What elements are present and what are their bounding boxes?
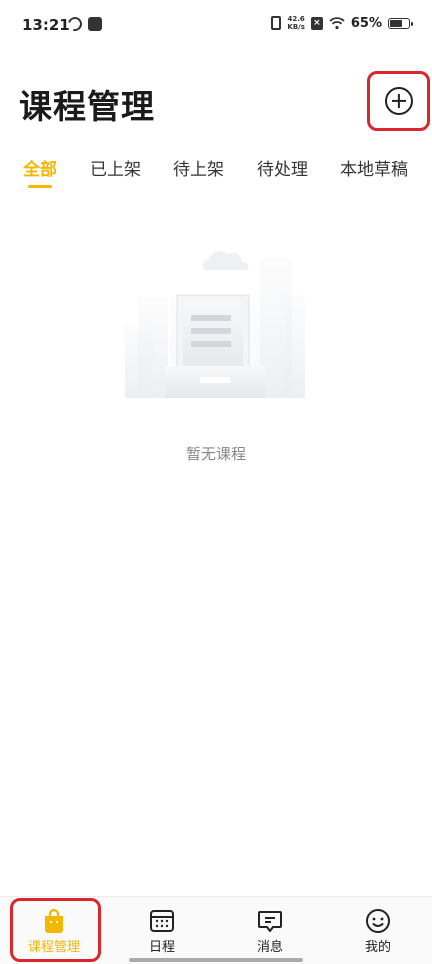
bottom-navigation: 课程管理 日程 消息 我的 bbox=[0, 896, 432, 964]
network-speed-value: 42.6 bbox=[287, 15, 305, 23]
message-notification-icon bbox=[88, 17, 102, 31]
nav-label-messages: 消息 bbox=[256, 940, 283, 955]
nav-label-course-management: 课程管理 bbox=[27, 940, 80, 955]
nav-schedule[interactable]: 日程 bbox=[132, 897, 192, 964]
tab-all[interactable]: 全部 bbox=[23, 155, 57, 180]
add-course-button[interactable] bbox=[367, 71, 430, 131]
status-bar: 13:21 42.6 KB/s × 65% bbox=[0, 0, 432, 52]
nav-messages[interactable]: 消息 bbox=[240, 897, 300, 964]
tab-pending-processing[interactable]: 待处理 bbox=[257, 155, 308, 180]
nav-profile[interactable]: 我的 bbox=[348, 897, 408, 964]
battery-icon bbox=[388, 17, 413, 29]
empty-document-illustration bbox=[125, 251, 305, 398]
active-tab-indicator bbox=[28, 185, 52, 188]
home-indicator[interactable] bbox=[129, 958, 303, 962]
tab-listed[interactable]: 已上架 bbox=[90, 155, 141, 180]
calendar-icon bbox=[150, 910, 174, 932]
vibrate-icon bbox=[271, 16, 282, 30]
network-speed: 42.6 KB/s bbox=[287, 15, 304, 31]
app-notification-icon bbox=[65, 14, 85, 34]
message-icon bbox=[258, 911, 282, 932]
plus-circle-icon bbox=[384, 87, 413, 115]
page-title: 课程管理 bbox=[19, 87, 155, 126]
status-time: 13:21 bbox=[22, 16, 70, 34]
no-sim-icon: × bbox=[310, 16, 323, 30]
nav-course-management[interactable]: 课程管理 bbox=[18, 897, 90, 964]
status-notification-icons bbox=[65, 14, 102, 34]
tab-local-drafts[interactable]: 本地草稿 bbox=[340, 155, 408, 180]
status-right-icons: 42.6 KB/s × 65% bbox=[271, 15, 413, 31]
shopping-bag-icon bbox=[45, 908, 63, 933]
nav-label-schedule: 日程 bbox=[148, 940, 175, 955]
nav-label-profile: 我的 bbox=[364, 940, 391, 955]
tab-pending-listing[interactable]: 待上架 bbox=[173, 155, 224, 180]
empty-state-text: 暂无课程 bbox=[185, 445, 246, 463]
battery-fill bbox=[390, 19, 402, 27]
smiley-icon bbox=[366, 909, 390, 933]
network-speed-unit: KB/s bbox=[287, 23, 305, 31]
battery-percent: 65% bbox=[350, 15, 382, 31]
course-status-tabs: 全部 已上架 待上架 待处理 本地草稿 bbox=[0, 155, 432, 191]
wifi-icon bbox=[329, 17, 345, 30]
